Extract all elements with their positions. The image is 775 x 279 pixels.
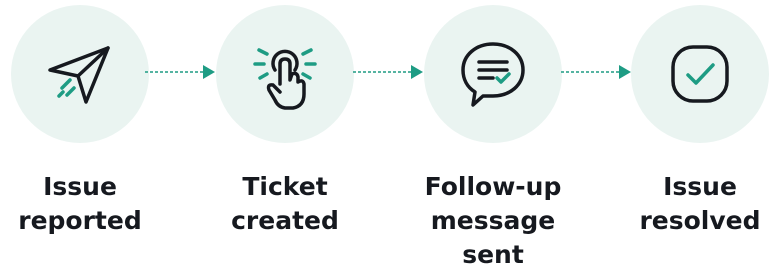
checkmark-circle-icon [671, 45, 729, 103]
step-label-line: message [430, 206, 556, 235]
step-label: Issue resolved [620, 170, 775, 238]
step-label: Follow-up message sent [413, 170, 573, 272]
step-circle [631, 5, 769, 143]
step-label-line: created [231, 206, 339, 235]
step-issue-resolved: Issue resolved [620, 0, 775, 279]
tap-hand-icon [253, 48, 317, 110]
step-issue-reported: Issue reported [0, 0, 160, 279]
step-label: Issue reported [0, 170, 160, 238]
step-circle [11, 5, 149, 143]
paper-plane-icon [48, 46, 110, 104]
process-flow-diagram: Issue reported Ticket created Follow-up … [0, 0, 775, 279]
step-label-line: Issue [663, 172, 737, 201]
step-ticket-created: Ticket created [205, 0, 365, 279]
step-label-line: sent [462, 240, 524, 269]
step-label-line: reported [18, 206, 142, 235]
step-label-line: Issue [43, 172, 117, 201]
step-label-line: Follow-up [424, 172, 562, 201]
step-label-line: resolved [639, 206, 761, 235]
step-circle [216, 5, 354, 143]
step-label: Ticket created [205, 170, 365, 238]
chat-message-icon [461, 42, 525, 107]
step-follow-up-message-sent: Follow-up message sent [413, 0, 573, 279]
step-circle [424, 5, 562, 143]
step-label-line: Ticket [242, 172, 328, 201]
